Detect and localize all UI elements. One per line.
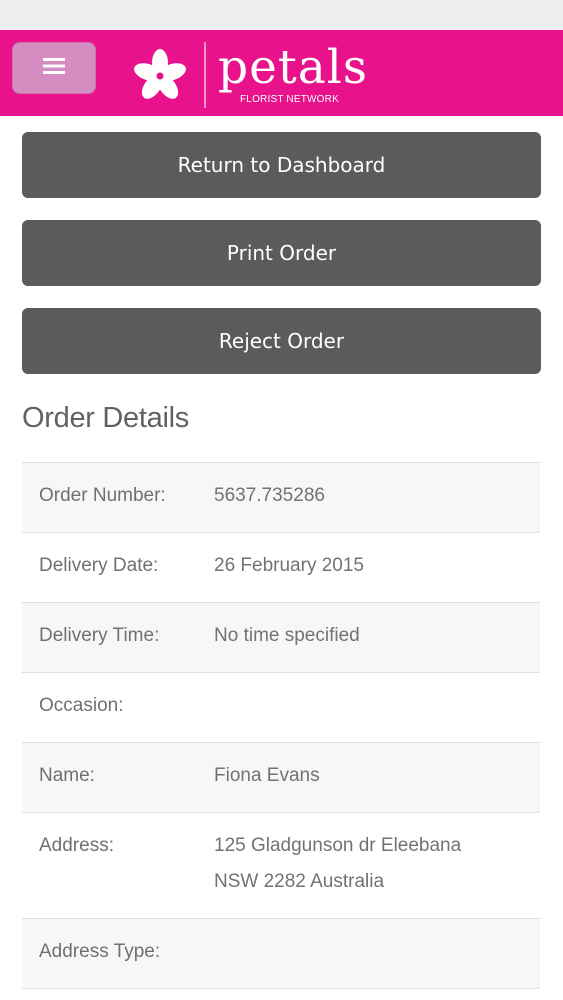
occasion-label: Occasion: — [39, 695, 124, 716]
brand-name: petals — [218, 40, 368, 95]
order-details-title: Order Details — [22, 402, 189, 434]
order-number-value: 5637.735286 — [214, 485, 325, 506]
return-to-dashboard-button[interactable]: Return to Dashboard — [22, 132, 541, 198]
delivery-date-row: Delivery Date: 26 February 2015 — [22, 533, 540, 603]
reject-order-button[interactable]: Reject Order — [22, 308, 541, 374]
delivery-time-row: Delivery Time: No time specified — [22, 603, 540, 673]
status-bar — [0, 0, 563, 30]
hamburger-menu-icon — [43, 57, 65, 79]
order-details-table: Order Number: 5637.735286 Delivery Date:… — [22, 462, 540, 989]
address-row: Address: 125 Gladgunson dr Eleebana NSW … — [22, 813, 540, 919]
order-number-label: Order Number: — [39, 485, 166, 506]
address-line-2: NSW 2282 Australia — [214, 871, 385, 892]
delivery-time-label: Delivery Time: — [39, 625, 160, 646]
address-label: Address: — [39, 835, 114, 856]
delivery-date-label: Delivery Date: — [39, 555, 159, 576]
name-value: Fiona Evans — [214, 765, 320, 786]
flower-logo-icon — [132, 48, 188, 104]
name-label: Name: — [39, 765, 95, 786]
address-type-label: Address Type: — [39, 941, 161, 962]
occasion-value — [214, 668, 540, 688]
name-row: Name: Fiona Evans — [22, 743, 540, 813]
address-type-row: Address Type: — [22, 919, 540, 989]
logo-divider — [204, 42, 206, 108]
delivery-date-value: 26 February 2015 — [214, 555, 364, 576]
address-type-value — [214, 914, 540, 934]
delivery-time-value: No time specified — [214, 625, 360, 646]
app-header: petals FLORIST NETWORK — [0, 30, 563, 116]
order-number-row: Order Number: 5637.735286 — [22, 463, 540, 533]
brand-logo[interactable]: petals FLORIST NETWORK — [130, 38, 370, 110]
address-line-1: 125 Gladgunson dr Eleebana — [214, 835, 462, 856]
occasion-row: Occasion: — [22, 673, 540, 743]
address-value: 125 Gladgunson dr Eleebana NSW 2282 Aust… — [214, 808, 540, 900]
print-order-button[interactable]: Print Order — [22, 220, 541, 286]
menu-button[interactable] — [12, 42, 96, 94]
brand-subtitle: FLORIST NETWORK — [240, 94, 339, 105]
